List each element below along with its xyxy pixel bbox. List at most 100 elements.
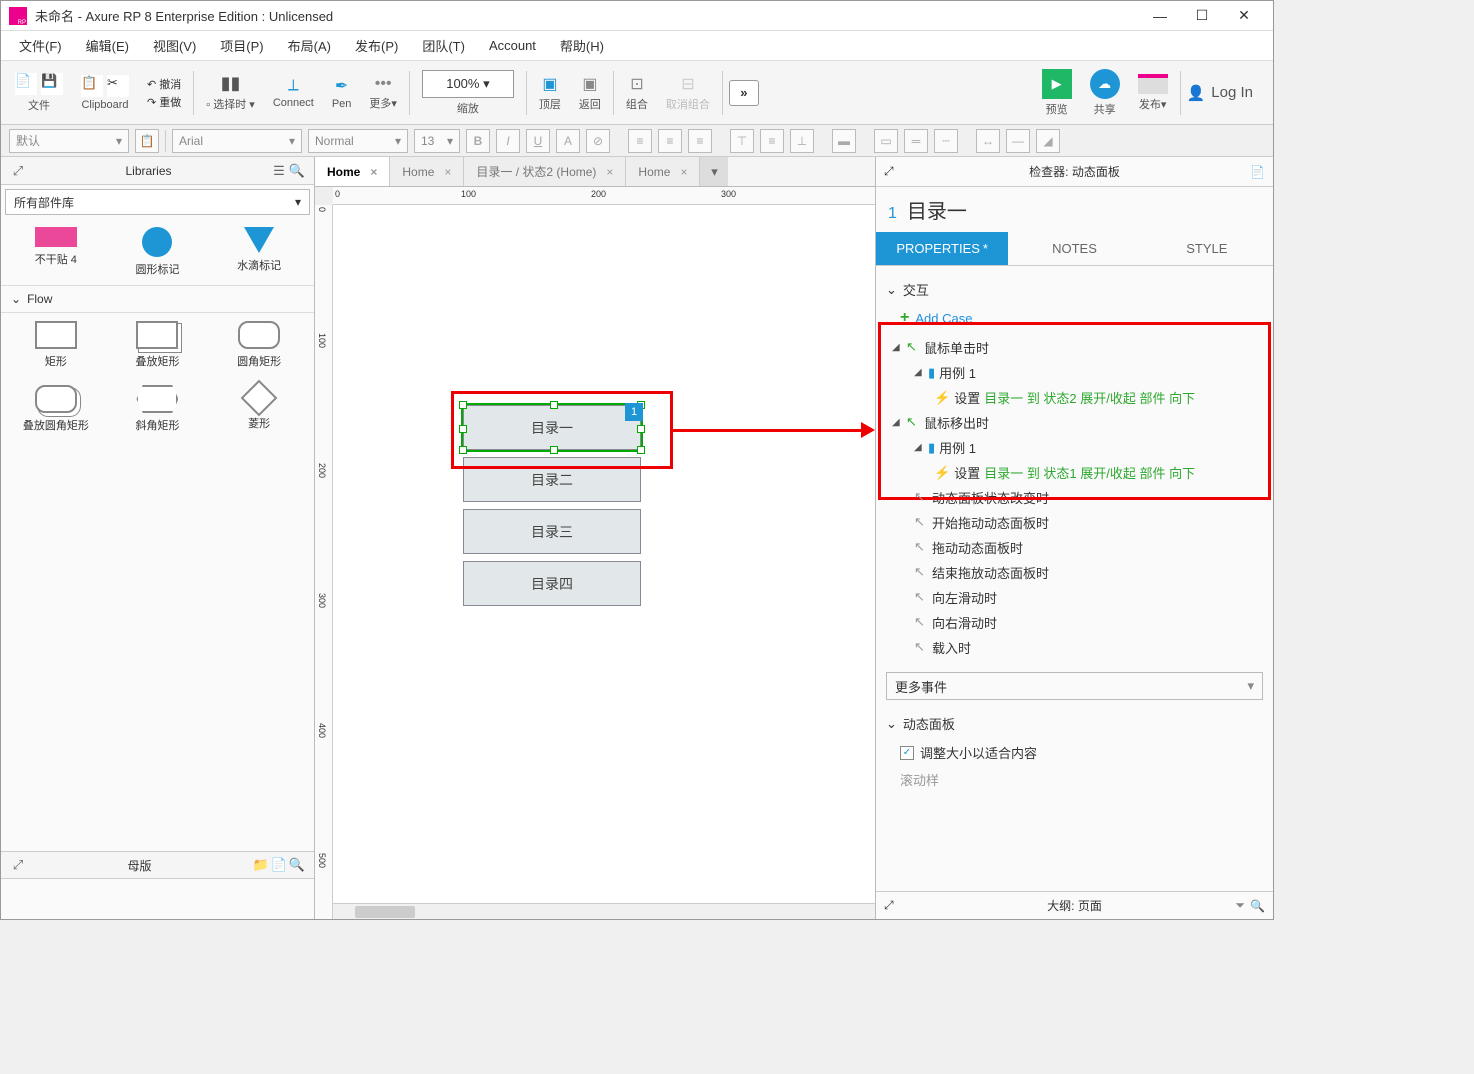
tb-group[interactable]: ⊡ 组合 bbox=[620, 72, 654, 114]
border-button[interactable]: ▭ bbox=[874, 129, 898, 153]
menu-icon[interactable]: ☰ bbox=[270, 162, 288, 180]
lib-drop[interactable]: 水滴标记 bbox=[212, 223, 306, 281]
add-page-icon[interactable]: 📄 bbox=[270, 856, 288, 874]
fill-button[interactable]: ▬ bbox=[832, 129, 856, 153]
valign-middle-button[interactable]: ≡ bbox=[760, 129, 784, 153]
section-interaction[interactable]: ⌄交互 bbox=[886, 274, 1263, 305]
h-scrollbar[interactable] bbox=[333, 903, 875, 919]
collapse-icon[interactable]: ⤢ bbox=[9, 162, 27, 180]
tb-zoom[interactable]: 100% ▾ 缩放 bbox=[416, 68, 520, 118]
menu-view[interactable]: 视图(V) bbox=[143, 32, 206, 59]
tab-home-3[interactable]: Home× bbox=[626, 157, 700, 186]
tab-properties[interactable]: PROPERTIES bbox=[876, 232, 1008, 266]
canvas[interactable]: 目录一 目录二 目录三 目录四 1 bbox=[333, 205, 875, 919]
underline-button[interactable]: U bbox=[526, 129, 550, 153]
menu-account[interactable]: Account bbox=[479, 34, 546, 57]
event-onmouseout[interactable]: ◢鼠标移出时 bbox=[886, 410, 1263, 435]
align-center-button[interactable]: ≡ bbox=[658, 129, 682, 153]
widget-menu3[interactable]: 目录三 bbox=[463, 509, 641, 554]
tb-connect[interactable]: ⟂ Connect bbox=[267, 75, 320, 111]
collapse-icon[interactable]: ⤢ bbox=[9, 856, 27, 874]
filter-icon[interactable]: ⏷ bbox=[1235, 898, 1245, 913]
action-set-state1[interactable]: ⚡设置 目录一 到 状态1 展开/收起 部件 向下 bbox=[886, 460, 1263, 485]
case-2[interactable]: ◢▮用例 1 bbox=[886, 435, 1263, 460]
close-icon[interactable]: × bbox=[606, 165, 613, 179]
tab-style[interactable]: STYLE bbox=[1141, 232, 1273, 266]
case-1[interactable]: ◢▮用例 1 bbox=[886, 360, 1263, 385]
add-folder-icon[interactable]: 📁 bbox=[252, 856, 270, 874]
menu-file[interactable]: 文件(F) bbox=[9, 32, 72, 59]
tb-share[interactable]: ☁ 共享 bbox=[1084, 67, 1126, 119]
search-icon[interactable]: 🔍 bbox=[288, 162, 306, 180]
tb-clipboard[interactable]: 📋✂ Clipboard bbox=[75, 73, 135, 113]
font-select[interactable]: Arial▾ bbox=[172, 129, 302, 153]
tb-publish[interactable]: 发布▾ bbox=[1132, 72, 1174, 114]
collapse-icon[interactable]: ⤢ bbox=[884, 898, 894, 913]
collapse-icon[interactable]: ⤢ bbox=[884, 164, 894, 179]
close-button[interactable]: ✕ bbox=[1223, 2, 1265, 30]
add-case-link[interactable]: +Add Case bbox=[886, 305, 1263, 331]
menu-edit[interactable]: 编辑(E) bbox=[76, 32, 139, 59]
line-button[interactable]: — bbox=[1006, 129, 1030, 153]
tab-overflow[interactable]: ▾ bbox=[700, 157, 728, 186]
search-icon[interactable]: 🔍 bbox=[1250, 899, 1265, 913]
menu-project[interactable]: 项目(P) bbox=[210, 32, 273, 59]
tb-file[interactable]: 📄💾 文件 bbox=[9, 71, 69, 115]
search-icon[interactable]: 🔍 bbox=[288, 856, 306, 874]
menu-help[interactable]: 帮助(H) bbox=[550, 32, 614, 59]
lib-rect[interactable]: 矩形 bbox=[9, 317, 103, 373]
menu-publish[interactable]: 发布(P) bbox=[345, 32, 408, 59]
tab-notes[interactable]: NOTES bbox=[1008, 232, 1140, 266]
text-color-button[interactable]: A bbox=[556, 129, 580, 153]
library-select[interactable]: 所有部件库 bbox=[5, 189, 310, 215]
close-icon[interactable]: × bbox=[680, 165, 687, 179]
tb-front[interactable]: ▣ 顶层 bbox=[533, 72, 567, 114]
valign-top-button[interactable]: ⊤ bbox=[730, 129, 754, 153]
border-width-button[interactable]: ═ bbox=[904, 129, 928, 153]
event-swipeleft[interactable]: 向左滑动时 bbox=[886, 585, 1263, 610]
section-dynamic-panel[interactable]: ⌄动态面板 bbox=[886, 708, 1263, 739]
lib-stacked-rounded[interactable]: 叠放圆角矩形 bbox=[9, 381, 103, 437]
tb-overflow[interactable]: » bbox=[729, 80, 759, 106]
valign-bottom-button[interactable]: ⊥ bbox=[790, 129, 814, 153]
widget-menu2[interactable]: 目录二 bbox=[463, 457, 641, 502]
tb-preview[interactable]: ▶ 预览 bbox=[1036, 67, 1078, 119]
event-swiperight[interactable]: 向右滑动时 bbox=[886, 610, 1263, 635]
lib-circle[interactable]: 圆形标记 bbox=[111, 223, 205, 281]
italic-button[interactable]: I bbox=[496, 129, 520, 153]
page-icon[interactable]: 📄 bbox=[1250, 165, 1265, 179]
tab-home-1[interactable]: Home× bbox=[315, 157, 390, 186]
event-dragstart[interactable]: 开始拖动动态面板时 bbox=[886, 510, 1263, 535]
close-icon[interactable]: × bbox=[444, 165, 451, 179]
login-button[interactable]: 👤 Log In bbox=[1187, 84, 1265, 102]
more-events-select[interactable]: 更多事件 bbox=[886, 672, 1263, 700]
lib-diamond[interactable]: 菱形 bbox=[212, 381, 306, 437]
tb-select[interactable]: ▮▮ ▫ 选择时 ▾ bbox=[200, 71, 261, 114]
bold-button[interactable]: B bbox=[466, 129, 490, 153]
tab-home-2[interactable]: Home× bbox=[390, 157, 464, 186]
event-dragend[interactable]: 结束拖放动态面板时 bbox=[886, 560, 1263, 585]
weight-select[interactable]: Normal▾ bbox=[308, 129, 408, 153]
event-load[interactable]: 载入时 bbox=[886, 635, 1263, 660]
action-set-state2[interactable]: ⚡设置 目录一 到 状态2 展开/收起 部件 向下 bbox=[886, 385, 1263, 410]
menu-team[interactable]: 团队(T) bbox=[412, 32, 475, 59]
event-onclick[interactable]: ◢鼠标单击时 bbox=[886, 335, 1263, 360]
event-drag[interactable]: 拖动动态面板时 bbox=[886, 535, 1263, 560]
lib-stacked-rect[interactable]: 叠放矩形 bbox=[111, 317, 205, 373]
close-icon[interactable]: × bbox=[370, 165, 377, 179]
menu-layout[interactable]: 布局(A) bbox=[278, 32, 341, 59]
tb-more[interactable]: ••• 更多▾ bbox=[363, 73, 403, 113]
tb-undo[interactable]: ↶ 撤消 ↷ 重做 bbox=[141, 74, 187, 112]
border-style-button[interactable]: ┄ bbox=[934, 129, 958, 153]
flow-section[interactable]: ⌄Flow bbox=[1, 285, 314, 313]
fit-content-checkbox[interactable]: ✓调整大小以适合内容 bbox=[886, 739, 1263, 766]
corner-button[interactable]: ◢ bbox=[1036, 129, 1060, 153]
strike-button[interactable]: ⊘ bbox=[586, 129, 610, 153]
tab-state2[interactable]: 目录一 / 状态2 (Home)× bbox=[464, 157, 626, 186]
lib-sticky[interactable]: 不干贴 4 bbox=[9, 223, 103, 281]
widget-menu4[interactable]: 目录四 bbox=[463, 561, 641, 606]
style-select[interactable]: 默认▾ bbox=[9, 129, 129, 153]
tb-back[interactable]: ▣ 返回 bbox=[573, 72, 607, 114]
align-right-button[interactable]: ≡ bbox=[688, 129, 712, 153]
lib-rounded-rect[interactable]: 圆角矩形 bbox=[212, 317, 306, 373]
